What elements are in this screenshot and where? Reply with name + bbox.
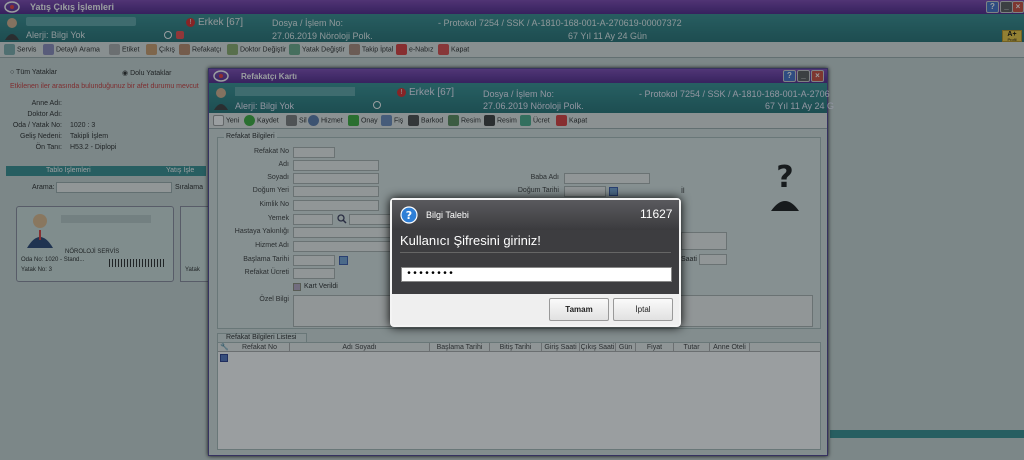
dialog-message: Kullanıcı Şifresini giriniz! [400,233,541,248]
svg-text:?: ? [406,209,412,222]
password-input[interactable]: •••••••• [401,267,672,282]
dialog-title: Bilgi Talebi [426,210,469,220]
cancel-button[interactable]: İptal [613,298,673,321]
dialog-divider [400,252,671,253]
dialog-header: ? Bilgi Talebi 11627 [392,200,679,230]
question-icon: ? [400,206,418,224]
password-dialog: ? Bilgi Talebi 11627 Kullanıcı Şifresini… [390,198,681,327]
dialog-code: 11627 [640,207,673,221]
ok-button[interactable]: Tamam [549,298,609,321]
dialog-footer: Tamam İptal [392,294,679,325]
